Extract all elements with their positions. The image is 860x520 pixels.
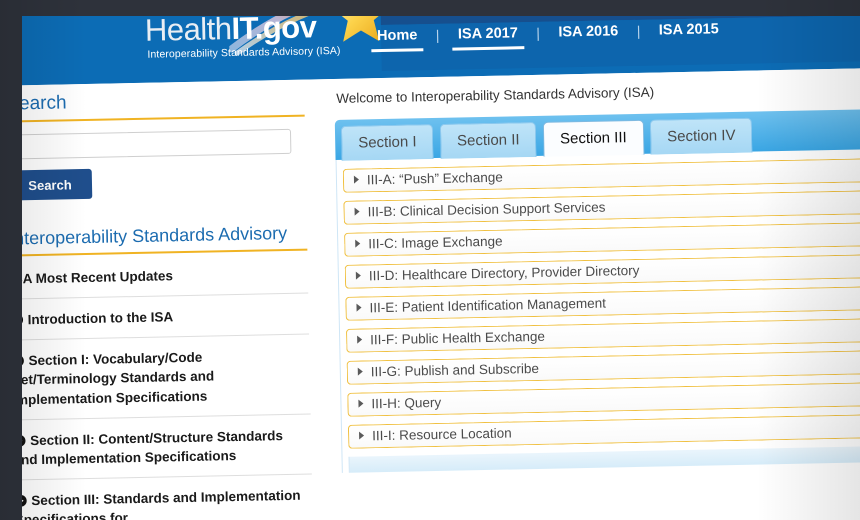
sidebar-nav-heading: Interoperability Standards Advisory — [6, 214, 308, 257]
expand-triangle-icon — [357, 335, 363, 344]
accordion-item-label: III-C: Image Exchange — [368, 233, 503, 252]
expand-triangle-icon — [353, 175, 360, 184]
nav-item-isa-2017[interactable]: ISA 2017 — [451, 25, 525, 51]
sidebar: Search Search Interoperability Standards… — [4, 79, 314, 520]
accordion-item-iii-e[interactable]: III-E: Patient Identification Management — [345, 285, 860, 321]
expand-triangle-icon — [355, 239, 361, 248]
logo-subtitle: Interoperability Standards Advisory (ISA… — [147, 44, 341, 61]
sidebar-item-label: Introduction to the ISA — [27, 309, 174, 328]
accordion-item-iii-c[interactable]: III-C: Image Exchange — [344, 221, 860, 257]
expand-triangle-icon — [358, 399, 364, 408]
accordion-item-iii-a[interactable]: III-A: “Push” Exchange — [342, 157, 860, 193]
sidebar-item-label: Section I: Vocabulary/Code Set/Terminolo… — [11, 350, 215, 408]
main-content: Welcome to Interoperability Standards Ad… — [334, 68, 860, 520]
accordion-item-iii-g[interactable]: III-G: Publish and Subscribe — [346, 349, 860, 385]
nav-separator: | — [435, 26, 440, 43]
tab-section-iii[interactable]: Section III — [542, 119, 645, 157]
expand-triangle-icon — [355, 271, 361, 280]
accordion-footer-strip — [348, 445, 860, 473]
sidebar-item-section-i[interactable]: Section I: Vocabulary/Code Set/Terminolo… — [9, 334, 311, 421]
accordion-item-label: III-B: Clinical Decision Support Service… — [367, 199, 606, 220]
accordion-item-label: III-H: Query — [371, 394, 442, 412]
nav-item-isa-2016[interactable]: ISA 2016 — [552, 23, 624, 45]
sidebar-item-isa-most-recent-updates[interactable]: ISA Most Recent Updates — [7, 252, 309, 300]
page-body: Search Search Interoperability Standards… — [0, 67, 860, 520]
accordion-item-iii-h[interactable]: III-H: Query — [347, 381, 860, 417]
accordion-item-iii-d[interactable]: III-D: Healthcare Directory, Provider Di… — [344, 253, 860, 289]
accordion-item-label: III-F: Public Health Exchange — [370, 328, 546, 348]
accordion-item-iii-b[interactable]: III-B: Clinical Decision Support Service… — [343, 189, 860, 225]
tab-section-iv[interactable]: Section IV — [649, 117, 753, 155]
nav-item-home[interactable]: Home — [370, 27, 424, 53]
nav-item-isa-2015[interactable]: ISA 2015 — [653, 21, 725, 43]
accordion-item-label: III-A: “Push” Exchange — [366, 169, 503, 188]
expand-triangle-icon — [357, 367, 363, 376]
accordion-item-label: III-G: Publish and Subscribe — [370, 360, 540, 380]
tab-section-ii[interactable]: Section II — [439, 121, 537, 159]
accordion-item-label: III-D: Healthcare Directory, Provider Di… — [368, 262, 640, 284]
window-top-edge — [0, 0, 860, 16]
screenshot-stage: HealthIT.gov Interoperability Standards … — [0, 0, 860, 520]
sidebar-item-label: Section III: Standards and Implementatio… — [14, 487, 301, 520]
window-left-edge — [0, 0, 22, 520]
sidebar-item-section-ii[interactable]: Section II: Content/Structure Standards … — [10, 414, 312, 481]
expand-triangle-icon — [359, 431, 365, 440]
accordion-item-iii-i[interactable]: III-I: Resource Location — [347, 413, 860, 449]
logo-health: Health — [144, 11, 232, 48]
sidebar-item-introduction-to-the-isa[interactable]: Introduction to the ISA — [8, 293, 310, 341]
accordion-item-label: III-E: Patient Identification Management — [369, 295, 607, 316]
accordion-item-iii-f[interactable]: III-F: Public Health Exchange — [345, 317, 860, 353]
sidebar-item-label: Section II: Content/Structure Standards … — [13, 427, 284, 468]
nav-separator: | — [636, 22, 641, 39]
accordion-list: III-A: “Push” Exchange III-B: Clinical D… — [335, 148, 860, 473]
search-heading: Search — [4, 79, 305, 123]
sidebar-nav-list: ISA Most Recent Updates Introduction to … — [7, 252, 314, 520]
sidebar-item-section-iii[interactable]: Section III: Standards and Implementatio… — [11, 474, 314, 520]
expand-triangle-icon — [356, 303, 362, 312]
nav-separator: | — [536, 24, 541, 41]
tab-section-i[interactable]: Section I — [340, 124, 434, 161]
search-input[interactable] — [6, 128, 292, 160]
browser-page: HealthIT.gov Interoperability Standards … — [0, 0, 860, 520]
accordion-item-label: III-I: Resource Location — [371, 425, 512, 444]
sidebar-item-label: ISA Most Recent Updates — [9, 268, 174, 287]
expand-triangle-icon — [354, 207, 360, 216]
